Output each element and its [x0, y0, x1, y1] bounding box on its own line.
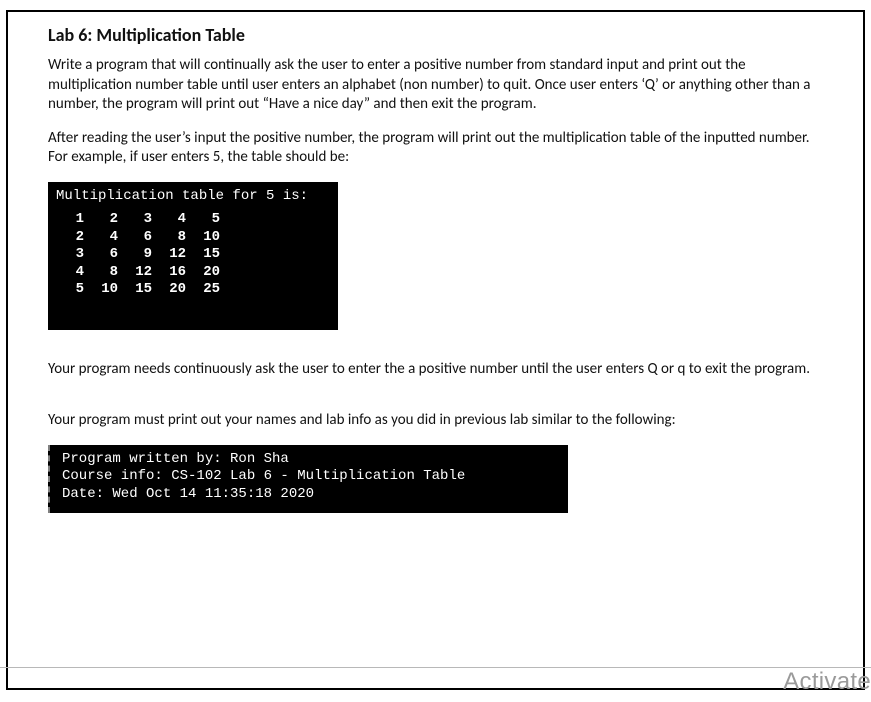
table-row: 4 8 12 16 20	[56, 264, 226, 282]
info-line-date: Date: Wed Oct 14 11:35:18 2020	[56, 486, 560, 504]
info-line-course: Course info: CS-102 Lab 6 - Multiplicati…	[56, 468, 560, 486]
cell: 15	[192, 246, 226, 264]
cell: 8	[90, 264, 124, 282]
cell: 6	[90, 246, 124, 264]
document-page: Lab 6: Multiplication Table Write a prog…	[6, 10, 865, 690]
cell: 2	[90, 211, 124, 229]
window-divider-line	[0, 667, 871, 668]
cell: 1	[56, 211, 90, 229]
info-line-author: Program written by: Ron Sha	[56, 451, 560, 469]
cell: 4	[158, 211, 192, 229]
cell: 20	[192, 264, 226, 282]
table-row: 3 6 9 12 15	[56, 246, 226, 264]
cell: 12	[158, 246, 192, 264]
lab-title: Lab 6: Multiplication Table	[48, 24, 823, 46]
cell: 20	[158, 281, 192, 299]
cell: 10	[192, 229, 226, 247]
cell: 9	[124, 246, 158, 264]
cell: 8	[158, 229, 192, 247]
continuous-prompt-paragraph: Your program needs continuously ask the …	[48, 360, 823, 380]
cell: 4	[90, 229, 124, 247]
intro-paragraph-2: After reading the user’s input the posit…	[48, 129, 823, 168]
intro-paragraph-1: Write a program that will continually as…	[48, 56, 823, 115]
cell: 25	[192, 281, 226, 299]
table-row: 5 10 15 20 25	[56, 281, 226, 299]
cell: 3	[56, 246, 90, 264]
terminal-header-line: Multiplication table for 5 is:	[56, 188, 330, 206]
table-row: 1 2 3 4 5	[56, 211, 226, 229]
cell: 5	[192, 211, 226, 229]
cell: 6	[124, 229, 158, 247]
cell: 4	[56, 264, 90, 282]
cell: 3	[124, 211, 158, 229]
cell: 15	[124, 281, 158, 299]
cell: 2	[56, 229, 90, 247]
table-row: 2 4 6 8 10	[56, 229, 226, 247]
cell: 12	[124, 264, 158, 282]
cell: 16	[158, 264, 192, 282]
terminal-output-info: Program written by: Ron Sha Course info:…	[48, 445, 568, 514]
cell: 5	[56, 281, 90, 299]
print-names-paragraph: Your program must print out your names a…	[48, 411, 823, 431]
cell: 10	[90, 281, 124, 299]
terminal-output-multiplication: Multiplication table for 5 is: 1 2 3 4 5…	[48, 182, 338, 330]
multiplication-table: 1 2 3 4 5 2 4 6 8 10 3 6 9 12 15 4	[56, 211, 226, 299]
